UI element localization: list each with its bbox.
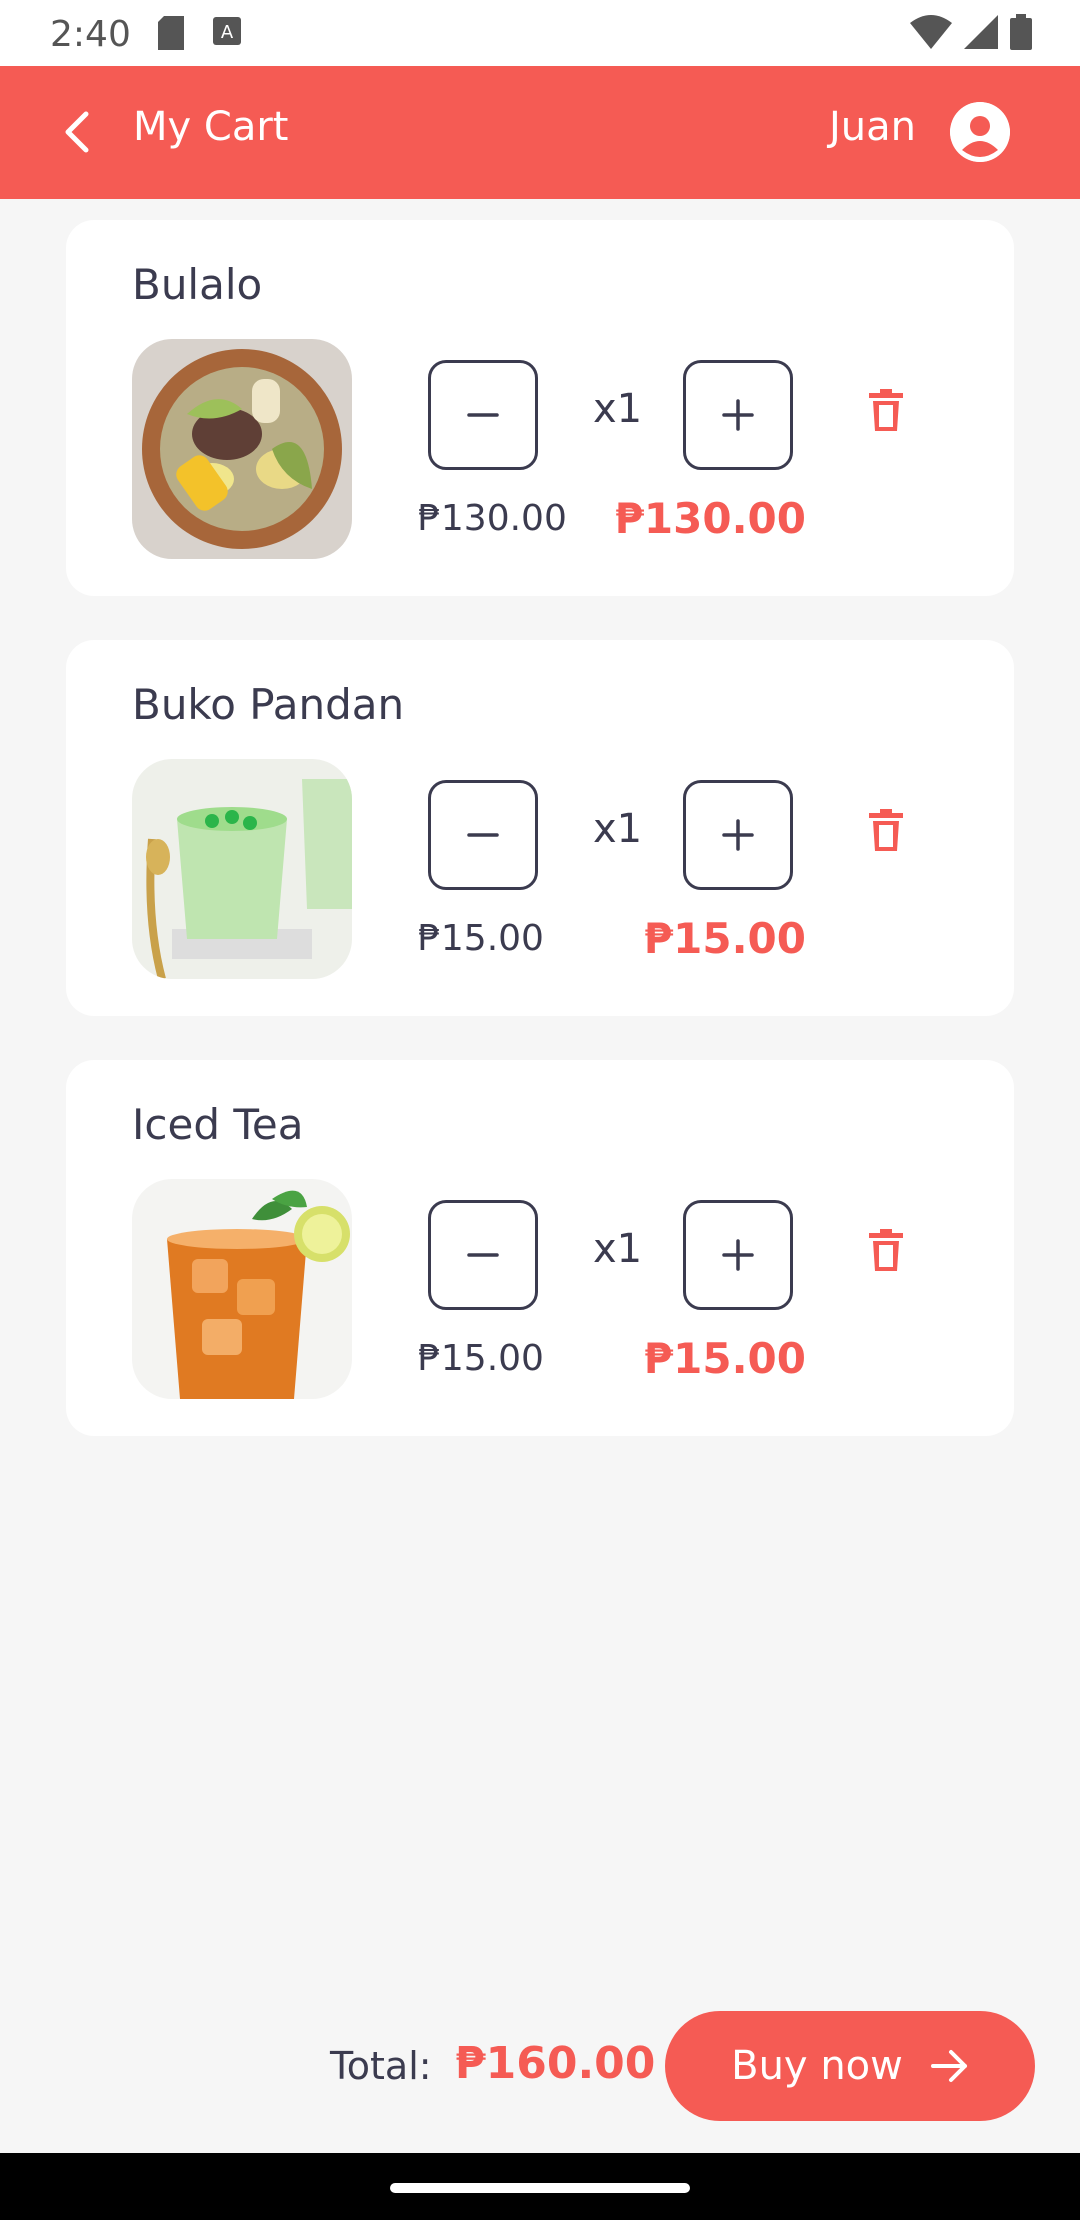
status-time: 2:40 (50, 14, 131, 55)
minus-icon (467, 1253, 499, 1257)
unit-price: ₱130.00 (418, 498, 567, 539)
line-total: ₱15.00 (643, 914, 806, 963)
status-icons-right (910, 14, 1032, 50)
quantity-value: x1 (593, 386, 643, 432)
wifi-icon (910, 15, 952, 49)
arrow-right-icon (930, 2050, 967, 2082)
system-nav-bar (0, 2153, 1080, 2220)
plus-icon (722, 819, 754, 851)
unit-price: ₱15.00 (418, 1338, 544, 1379)
minus-icon (467, 833, 499, 837)
trash-icon (869, 809, 903, 851)
home-indicator[interactable] (390, 2183, 690, 2193)
buko-pandan-food-image (132, 759, 352, 979)
delete-item-button[interactable] (858, 802, 914, 858)
buy-now-button[interactable]: Buy now (665, 2011, 1035, 2121)
item-name: Buko Pandan (132, 680, 405, 729)
account-circle-icon (950, 102, 1010, 162)
avatar[interactable] (950, 102, 1010, 162)
chevron-left-icon (65, 111, 89, 153)
cart-item: Buko Pandan x1 ₱15.00 ₱15.00 (66, 640, 1014, 1016)
item-name: Bulalo (132, 260, 263, 309)
total-value: ₱160.00 (455, 2038, 656, 2089)
signal-icon (964, 15, 998, 49)
decrease-quantity-button[interactable] (428, 780, 538, 890)
increase-quantity-button[interactable] (683, 780, 793, 890)
minus-icon (467, 413, 499, 417)
line-total: ₱130.00 (614, 494, 806, 543)
plus-icon (722, 1239, 754, 1271)
increase-quantity-button[interactable] (683, 1200, 793, 1310)
checkout-footer: Total: ₱160.00 Buy now (0, 2000, 1080, 2150)
iced-tea-drink-image (132, 1179, 352, 1399)
item-name: Iced Tea (132, 1100, 304, 1149)
app-bar: My Cart Juan (0, 66, 1080, 199)
trash-icon (869, 1229, 903, 1271)
svg-text:A: A (221, 22, 234, 43)
keyboard-a-icon: A (213, 17, 241, 45)
cart-item: Bulalo x1 ₱130.00 ₱130.00 (66, 220, 1014, 596)
trash-icon (869, 389, 903, 431)
cart-list: Bulalo x1 ₱130.00 ₱130.00 Buko Pandan x1… (66, 220, 1014, 1480)
delete-item-button[interactable] (858, 1222, 914, 1278)
user-name[interactable]: Juan (829, 104, 916, 150)
cart-item: Iced Tea x1 ₱15.00 ₱15.00 (66, 1060, 1014, 1436)
quantity-value: x1 (593, 806, 643, 852)
unit-price: ₱15.00 (418, 918, 544, 959)
decrease-quantity-button[interactable] (428, 360, 538, 470)
battery-icon (1010, 14, 1032, 50)
status-bar: 2:40 A (0, 0, 1080, 66)
buy-now-label: Buy now (731, 2043, 903, 2089)
plus-icon (722, 399, 754, 431)
bulalo-food-image (132, 339, 352, 559)
back-button[interactable] (38, 94, 114, 170)
page-title: My Cart (133, 104, 289, 150)
quantity-value: x1 (593, 1226, 643, 1272)
total-label: Total: (330, 2044, 432, 2088)
increase-quantity-button[interactable] (683, 360, 793, 470)
status-icons-left: A (156, 16, 242, 50)
delete-item-button[interactable] (858, 382, 914, 438)
line-total: ₱15.00 (643, 1334, 806, 1383)
sd-card-icon (158, 16, 184, 50)
decrease-quantity-button[interactable] (428, 1200, 538, 1310)
